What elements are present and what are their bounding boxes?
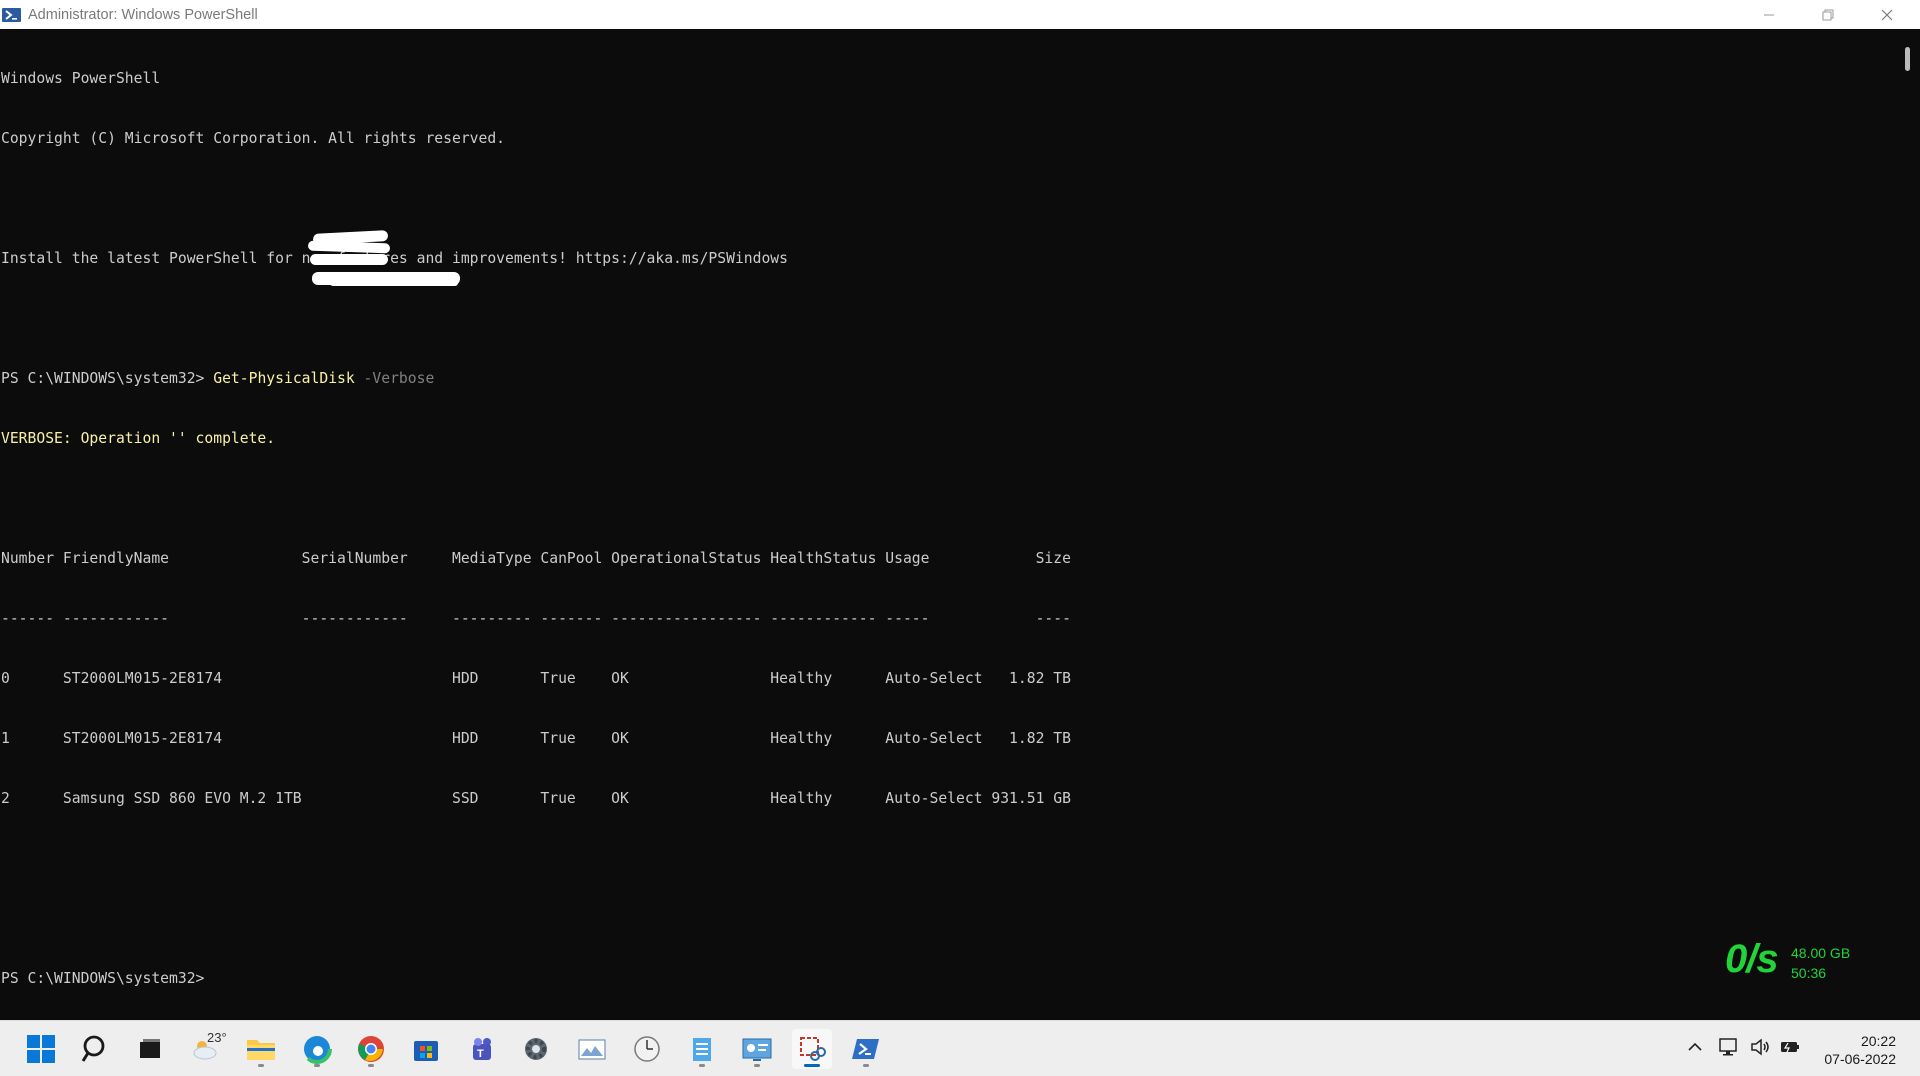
- vertical-scrollbar[interactable]: [1896, 29, 1920, 1020]
- powershell-icon: [2, 6, 22, 24]
- windows-start-icon[interactable]: [21, 1029, 61, 1069]
- install-hint-line: Install the latest PowerShell for new fe…: [1, 250, 788, 267]
- snipping-tool-icon[interactable]: [792, 1029, 832, 1069]
- command-text: Get-PhysicalDisk: [213, 370, 355, 387]
- weather-temperature: 23°: [207, 1030, 227, 1045]
- active-indicator: [804, 1064, 820, 1067]
- table-row: 0 ST2000LM015-2E8174 HDD True OK Healthy…: [1, 670, 1071, 687]
- banner-line: Windows PowerShell: [1, 70, 161, 87]
- powershell-icon[interactable]: [846, 1029, 886, 1069]
- running-indicator: [368, 1064, 374, 1067]
- photos-icon[interactable]: [572, 1029, 612, 1069]
- redaction-mark: [310, 254, 388, 265]
- notepad-icon[interactable]: [682, 1029, 722, 1069]
- command-param: -Verbose: [354, 370, 435, 387]
- minimize-button[interactable]: [1740, 0, 1798, 29]
- task-view-icon[interactable]: [130, 1029, 170, 1069]
- teams-icon[interactable]: T: [462, 1029, 502, 1069]
- console-output[interactable]: Windows PowerShell Copyright (C) Microso…: [0, 29, 1896, 1020]
- search-icon[interactable]: [76, 1029, 116, 1069]
- clock-date: 07-06-2022: [1824, 1051, 1896, 1067]
- capacity-value: 48.00 GB: [1791, 945, 1851, 961]
- running-indicator: [258, 1064, 264, 1067]
- verbose-line: VERBOSE: Operation '' complete.: [1, 430, 276, 447]
- table-row: 1 ST2000LM015-2E8174 HDD True OK Healthy…: [1, 730, 1071, 747]
- settings-icon[interactable]: [516, 1029, 556, 1069]
- control-panel-icon[interactable]: [737, 1029, 777, 1069]
- running-indicator: [314, 1064, 320, 1067]
- table-row: 2 Samsung SSD 860 EVO M.2 1TB SSD True O…: [1, 790, 1071, 807]
- final-prompt[interactable]: PS C:\WINDOWS\system32>: [1, 969, 1896, 989]
- clock-app-icon[interactable]: [627, 1029, 667, 1069]
- running-indicator: [699, 1064, 705, 1067]
- system-clock[interactable]: 20:22 07-06-2022: [1824, 1032, 1896, 1068]
- clock-time: 20:22: [1860, 1033, 1896, 1049]
- time-value: 50:36: [1791, 965, 1827, 981]
- taskbar: 23° T 20:22 07-06-2022: [0, 1020, 1920, 1076]
- close-button[interactable]: [1858, 0, 1916, 29]
- chevron-up-icon[interactable]: [1683, 1035, 1707, 1059]
- network-monitor-widget: 0/s 48.00 GB 50:36: [1725, 935, 1885, 985]
- restore-button[interactable]: [1799, 0, 1857, 29]
- running-indicator: [863, 1064, 869, 1067]
- scrollbar-thumb[interactable]: [1905, 47, 1910, 71]
- window-title: Administrator: Windows PowerShell: [28, 6, 258, 23]
- prompt: PS C:\WINDOWS\system32>: [1, 370, 214, 387]
- volume-icon[interactable]: [1748, 1035, 1772, 1059]
- chrome-icon[interactable]: [351, 1029, 391, 1069]
- copyright-line: Copyright (C) Microsoft Corporation. All…: [1, 130, 506, 147]
- redaction-mark: [330, 280, 458, 286]
- network-icon[interactable]: [1717, 1035, 1741, 1059]
- store-icon[interactable]: [406, 1029, 446, 1069]
- command-line: PS C:\WINDOWS\system32> Get-PhysicalDisk…: [1, 369, 1896, 389]
- transfer-rate: 0/s: [1725, 937, 1779, 981]
- running-indicator: [754, 1064, 760, 1067]
- table-separator: ------ ------------ ------------ -------…: [1, 610, 1071, 627]
- file-explorer-icon[interactable]: [241, 1029, 281, 1069]
- battery-icon[interactable]: [1778, 1035, 1802, 1059]
- table-header: Number FriendlyName SerialNumber MediaTy…: [1, 550, 1071, 567]
- svg-text:T: T: [477, 1048, 484, 1060]
- window-title-bar[interactable]: Administrator: Windows PowerShell: [0, 0, 1920, 29]
- edge-icon[interactable]: [297, 1029, 337, 1069]
